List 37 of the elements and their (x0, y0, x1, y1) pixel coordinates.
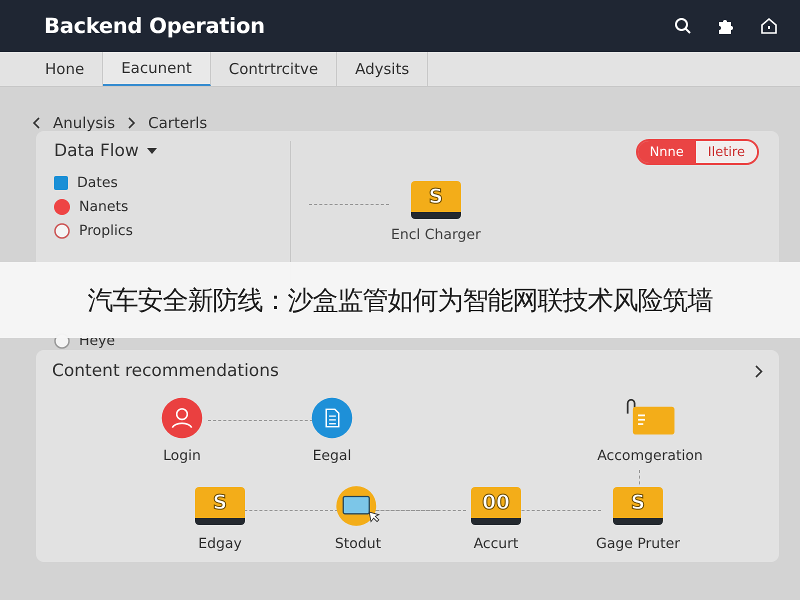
home-icon[interactable] (760, 17, 778, 35)
nav-tab[interactable]: Contrtrcitve (210, 52, 338, 86)
node-label: Stodut (334, 536, 382, 552)
coin-device-icon: 00 (471, 487, 521, 525)
legend-label: Nanets (79, 199, 128, 215)
legend-marker-icon (54, 223, 70, 239)
legend-label: Proplics (79, 223, 133, 239)
nav-tab[interactable]: Adysits (337, 52, 428, 86)
node-label: Accurt (474, 536, 518, 552)
coin-device-icon: S (613, 487, 663, 525)
breadcrumb-link[interactable]: Anulysis (53, 114, 116, 132)
app-title: Backend Operation (44, 14, 266, 38)
coin-device-icon: S (410, 181, 461, 219)
toggle-option[interactable]: Iletire (696, 141, 757, 163)
separator-chevron-icon[interactable] (127, 117, 136, 129)
legend-label: Heye (79, 333, 116, 349)
legend-marker-icon (54, 176, 68, 190)
breadcrumb-link[interactable]: Carterls (148, 114, 208, 132)
nav-tab[interactable]: Eacunent (103, 52, 211, 86)
toggle-option[interactable]: Nnne (638, 141, 696, 163)
back-chevron-icon[interactable] (32, 117, 41, 129)
coin-device-icon: S (195, 487, 245, 525)
legend-label: Dates (77, 175, 118, 191)
puzzle-icon[interactable] (716, 17, 736, 35)
section-title: Content recommendations (52, 361, 280, 381)
search-icon[interactable] (674, 17, 692, 35)
node-label: Edgay (198, 536, 242, 552)
headline-text: 汽车安全新防线：沙盒监管如何为智能网联技术风险筑墙 (88, 284, 712, 318)
node-label: Eegal (312, 448, 352, 464)
next-chevron-icon[interactable] (755, 364, 763, 378)
section-title: Data Flow (54, 141, 139, 161)
node-label: Gage Pruter (596, 536, 680, 552)
node-label: Encl Charger (391, 227, 481, 243)
node-label: Login (163, 448, 201, 464)
dropdown-caret-icon[interactable] (146, 148, 157, 154)
node-label: Accomgeration (597, 448, 703, 464)
legend-marker-icon (54, 199, 70, 215)
